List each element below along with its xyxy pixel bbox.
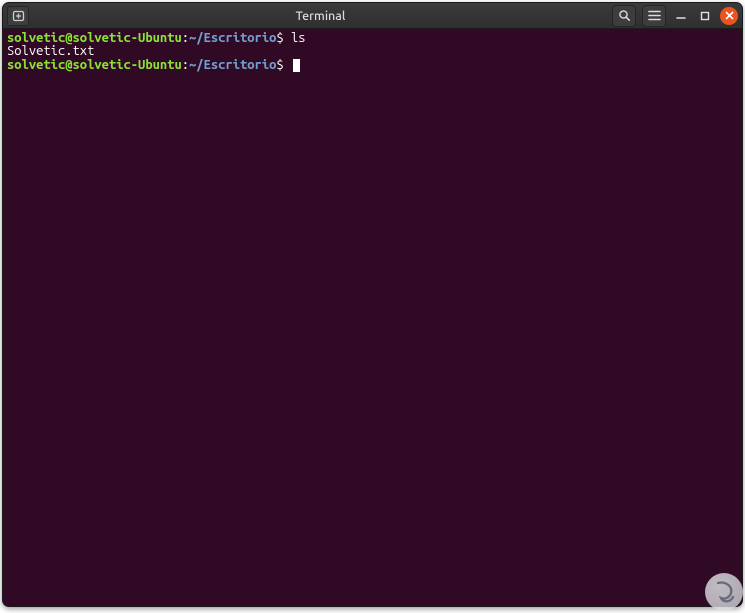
new-tab-button[interactable] xyxy=(7,6,29,26)
new-tab-icon xyxy=(12,10,25,22)
maximize-button[interactable] xyxy=(696,7,714,25)
cursor xyxy=(293,59,300,72)
minimize-button[interactable] xyxy=(672,7,690,25)
command-text: ls xyxy=(291,31,306,45)
close-button[interactable] xyxy=(720,7,738,25)
titlebar: Terminal xyxy=(3,3,742,29)
titlebar-right xyxy=(612,5,738,27)
search-icon xyxy=(618,9,631,22)
prompt-sep: : xyxy=(182,58,189,72)
output-text: Solvetic.txt xyxy=(7,44,94,58)
search-button[interactable] xyxy=(612,5,636,27)
minimize-icon xyxy=(676,11,686,21)
prompt-end: $ xyxy=(276,58,283,72)
titlebar-left xyxy=(7,6,29,26)
close-icon xyxy=(725,11,734,20)
terminal-line: Solvetic.txt xyxy=(7,45,738,58)
prompt-path: ~/Escritorio xyxy=(189,31,276,45)
window-title: Terminal xyxy=(29,9,612,23)
prompt-end: $ xyxy=(276,31,283,45)
prompt-user: solvetic@solvetic-Ubuntu xyxy=(7,31,182,45)
terminal-body[interactable]: solvetic@solvetic-Ubuntu:~/Escritorio$ l… xyxy=(3,29,742,75)
watermark-logo xyxy=(705,573,743,611)
maximize-icon xyxy=(700,11,710,21)
hamburger-icon xyxy=(648,10,661,21)
menu-button[interactable] xyxy=(642,5,666,27)
prompt-sep: : xyxy=(182,31,189,45)
prompt-path: ~/Escritorio xyxy=(189,58,276,72)
watermark-icon xyxy=(711,579,737,605)
terminal-line: solvetic@solvetic-Ubuntu:~/Escritorio$ l… xyxy=(7,32,738,45)
terminal-window: Terminal xyxy=(2,2,743,607)
prompt-user: solvetic@solvetic-Ubuntu xyxy=(7,58,182,72)
terminal-line: solvetic@solvetic-Ubuntu:~/Escritorio$ xyxy=(7,59,738,72)
